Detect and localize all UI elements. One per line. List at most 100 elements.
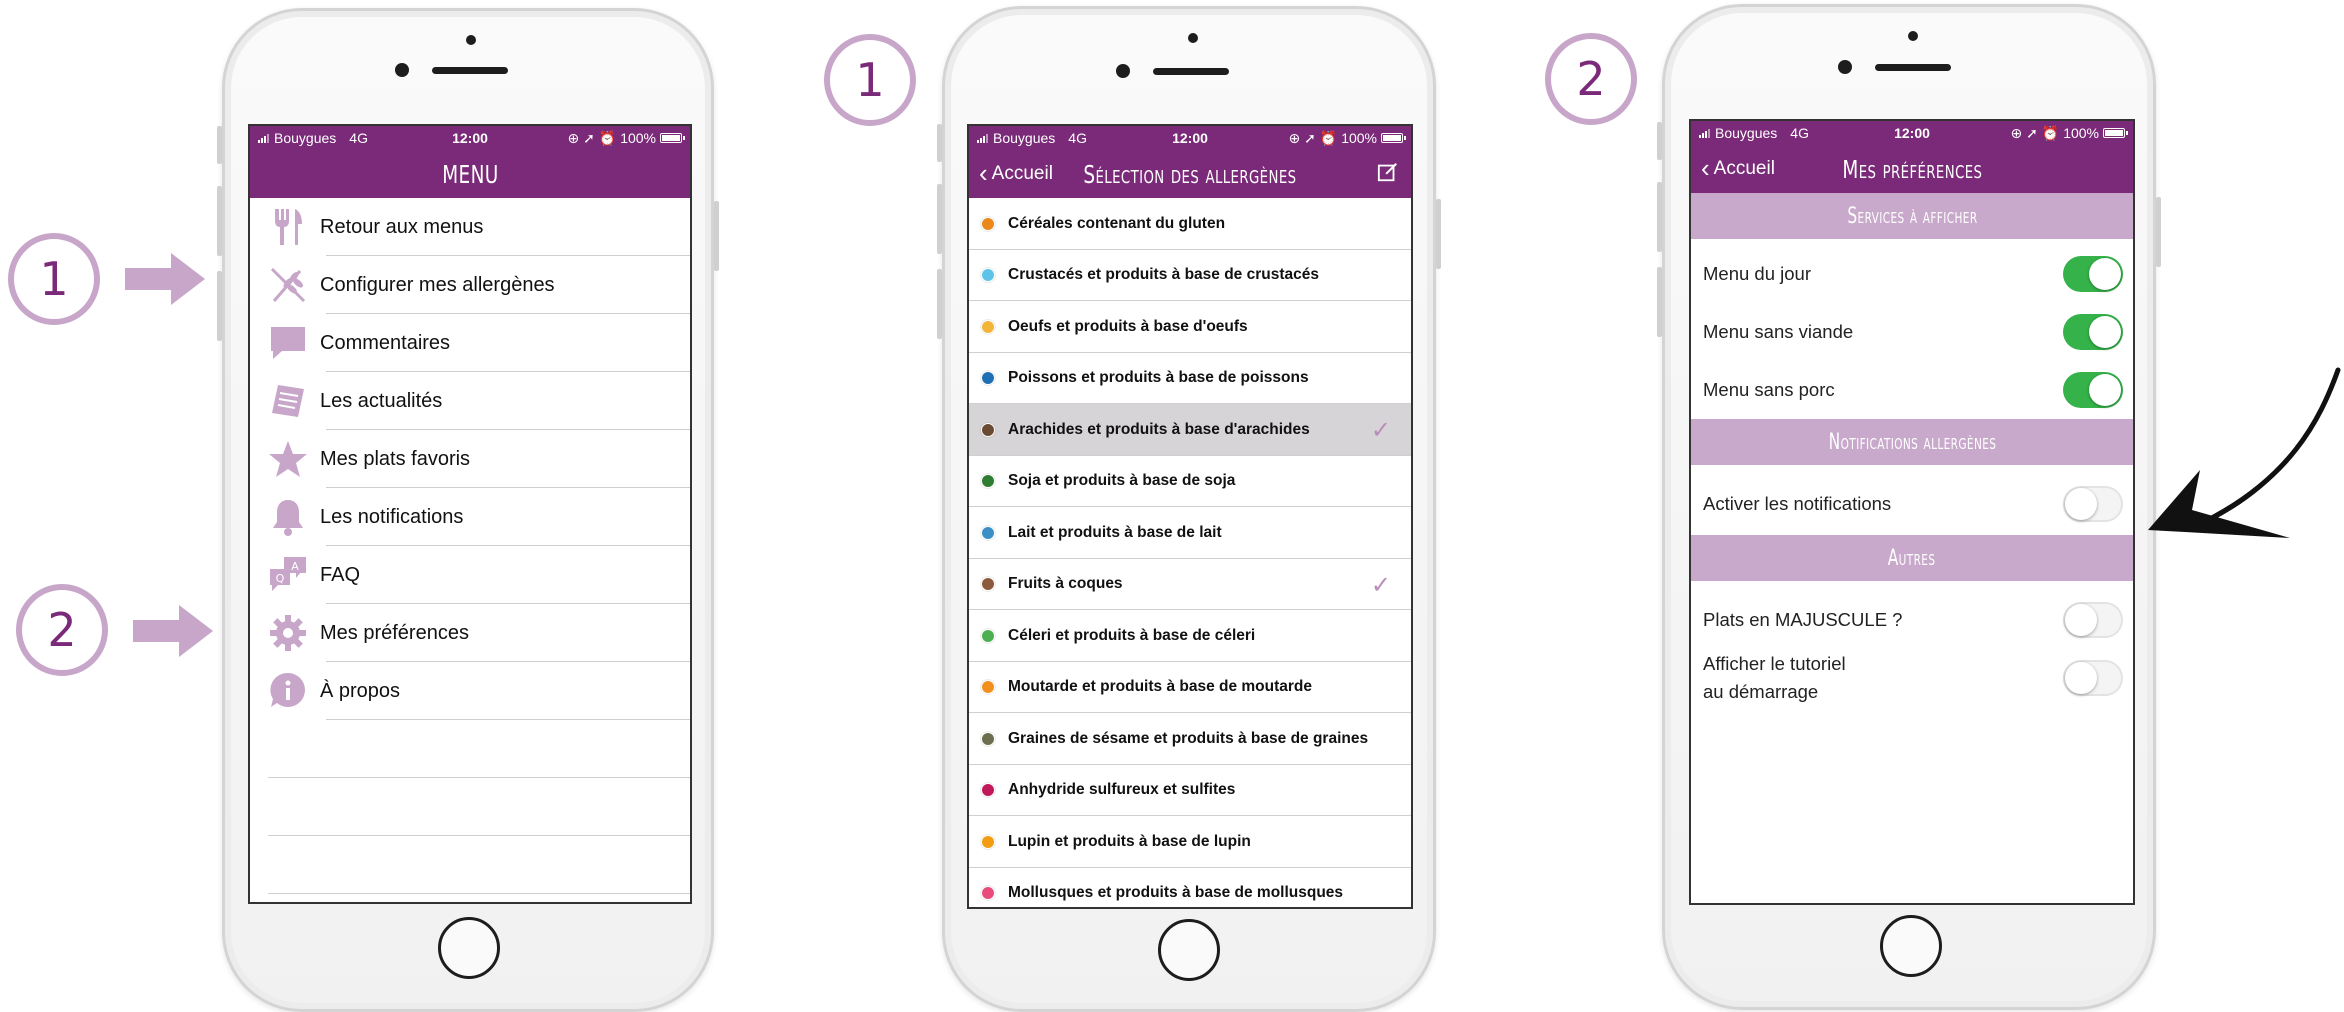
back-label: Accueil xyxy=(991,163,1053,184)
speech-bubble-icon xyxy=(266,321,310,365)
allergen-row[interactable]: Céréales contenant du gluten xyxy=(969,198,1411,250)
allergen-row[interactable]: Arachides et produits à base d'arachides… xyxy=(969,404,1411,456)
toggle-switch[interactable] xyxy=(2063,256,2123,292)
allergen-row[interactable]: Lait et produits à base de lait xyxy=(969,507,1411,559)
home-button[interactable] xyxy=(1880,915,1942,977)
preference-label: Afficher le tutoriel au démarrage xyxy=(1703,653,1846,702)
front-camera xyxy=(395,63,409,77)
allergen-label: Crustacés et produits à base de crustacé… xyxy=(1008,266,1319,284)
status-bar: Bouygues 4G 12:00 ⊕ ➚ ⏰ 100% xyxy=(1691,121,2133,145)
proximity-sensor xyxy=(1908,31,1918,41)
toggle-switch[interactable] xyxy=(2063,660,2123,696)
network-label: 4G xyxy=(1068,130,1087,146)
step-badge-1-allergens: 1 xyxy=(824,34,916,126)
allergen-label: Anhydride sulfureux et sulfites xyxy=(1008,781,1236,799)
allergen-dot-icon xyxy=(981,268,995,283)
page-title: Mes préférences xyxy=(1841,154,1983,184)
phone-menu: Bouygues 4G 12:00 ⊕ ➚ ⏰ 100% MENU Retour… xyxy=(217,8,719,1012)
menu-item[interactable]: À propos xyxy=(250,662,690,720)
back-button[interactable]: ‹ Accueil xyxy=(979,150,1053,198)
preference-row: Menu sans viande xyxy=(1691,303,2133,361)
top-bar: Bouygues 4G 12:00 ⊕ ➚ ⏰ 100% MENU xyxy=(250,126,690,198)
front-camera xyxy=(1116,64,1130,78)
preference-row: Plats en MAJUSCULE ? xyxy=(1691,591,2133,649)
preference-label: Plats en MAJUSCULE ? xyxy=(1703,609,1903,631)
menu-item[interactable]: Mes préférences xyxy=(250,604,690,662)
checkmark-icon: ✓ xyxy=(1370,571,1391,599)
back-button[interactable]: ‹ Accueil xyxy=(1701,145,1775,193)
volume-down-button xyxy=(217,271,222,341)
power-button xyxy=(714,201,719,271)
allergen-row[interactable]: Oeufs et produits à base d'oeufs xyxy=(969,301,1411,353)
menu-item[interactable]: Commentaires xyxy=(250,314,690,372)
status-bar: Bouygues 4G 12:00 ⊕ ➚ ⏰ 100% xyxy=(250,126,690,150)
menu-item[interactable]: Les notifications xyxy=(250,488,690,546)
allergen-dot-icon xyxy=(981,525,995,540)
allergen-row[interactable]: Fruits à coques ✓ xyxy=(969,559,1411,611)
menu-item-label: Configurer mes allergènes xyxy=(320,273,555,296)
empty-row xyxy=(250,778,690,836)
carrier-label: Bouygues xyxy=(1715,125,1778,141)
allergen-dot-icon xyxy=(981,628,995,643)
preference-label: Activer les notifications xyxy=(1703,493,1892,515)
menu-item[interactable]: Les actualités xyxy=(250,372,690,430)
menu-item[interactable]: Retour aux menus xyxy=(250,198,690,256)
back-label: Accueil xyxy=(1713,158,1775,179)
menu-item[interactable]: Configurer mes allergènes xyxy=(250,256,690,314)
toggle-switch[interactable] xyxy=(2063,486,2123,522)
top-bar: Bouygues 4G 12:00 ⊕ ➚ ⏰ 100% ‹ Accueil S… xyxy=(969,126,1411,198)
edit-icon[interactable] xyxy=(1377,161,1399,183)
allergen-dot-icon xyxy=(981,731,995,746)
location-icon: ⊕ ➚ ⏰ xyxy=(1288,129,1338,146)
power-button xyxy=(1436,199,1441,269)
toggle-knob xyxy=(2089,258,2121,290)
battery-icon xyxy=(2103,128,2128,138)
allergen-row[interactable]: Céleri et produits à base de céleri xyxy=(969,610,1411,662)
allergen-row[interactable]: Moutarde et produits à base de moutarde xyxy=(969,662,1411,714)
toggle-switch[interactable] xyxy=(2063,602,2123,638)
allergen-row[interactable]: Soja et produits à base de soja xyxy=(969,456,1411,508)
allergen-row[interactable]: Lupin et produits à base de lupin xyxy=(969,816,1411,868)
mute-switch xyxy=(1657,122,1662,160)
empty-row xyxy=(250,836,690,894)
allergen-row[interactable]: Mollusques et produits à base de mollusq… xyxy=(969,868,1411,908)
allergen-label: Mollusques et produits à base de mollusq… xyxy=(1008,884,1344,902)
allergen-row[interactable]: Anhydride sulfureux et sulfites xyxy=(969,765,1411,817)
allergen-row[interactable]: Poissons et produits à base de poissons xyxy=(969,353,1411,405)
section-header-label: Services à afficher xyxy=(1846,203,1978,229)
mute-switch xyxy=(937,124,942,162)
preference-row: Menu sans porc xyxy=(1691,361,2133,419)
volume-up-button xyxy=(937,184,942,254)
empty-row xyxy=(250,720,690,778)
toggle-switch[interactable] xyxy=(2063,372,2123,408)
status-bar: Bouygues 4G 12:00 ⊕ ➚ ⏰ 100% xyxy=(969,126,1411,150)
allergen-dot-icon xyxy=(981,680,995,695)
allergen-row[interactable]: Crustacés et produits à base de crustacé… xyxy=(969,250,1411,302)
allergen-dot-icon xyxy=(981,216,995,231)
step-badge-2-menu: 2 xyxy=(16,584,108,676)
battery-percent: 100% xyxy=(620,130,656,146)
bell-icon xyxy=(266,495,310,539)
allergen-dot-icon xyxy=(981,886,995,901)
svg-text:Q: Q xyxy=(276,572,285,585)
preference-row: Menu du jour xyxy=(1691,245,2133,303)
home-button[interactable] xyxy=(1158,919,1220,981)
menu-item[interactable]: A Q FAQ xyxy=(250,546,690,604)
volume-down-button xyxy=(937,269,942,339)
step-badge-1-menu: 1 xyxy=(8,233,100,325)
menu-item-label: FAQ xyxy=(320,563,361,586)
preferences-list: Services à afficher Menu du jour Menu sans… xyxy=(1691,193,2133,709)
menu-item-label: À propos xyxy=(320,679,401,702)
menu-item[interactable]: Mes plats favoris xyxy=(250,430,690,488)
toggle-switch[interactable] xyxy=(2063,314,2123,350)
star-icon xyxy=(266,437,310,481)
volume-up-button xyxy=(1657,182,1662,252)
info-icon xyxy=(266,669,310,713)
location-icon: ⊕ ➚ ⏰ xyxy=(2010,124,2060,141)
home-button[interactable] xyxy=(438,917,500,979)
preference-label: Menu sans porc xyxy=(1703,379,1835,401)
battery-icon xyxy=(1381,133,1406,143)
allergen-row[interactable]: Graines de sésame et produits à base de … xyxy=(969,713,1411,765)
wheat-crossed-icon xyxy=(266,263,310,307)
allergen-label: Oeufs et produits à base d'oeufs xyxy=(1008,317,1248,335)
